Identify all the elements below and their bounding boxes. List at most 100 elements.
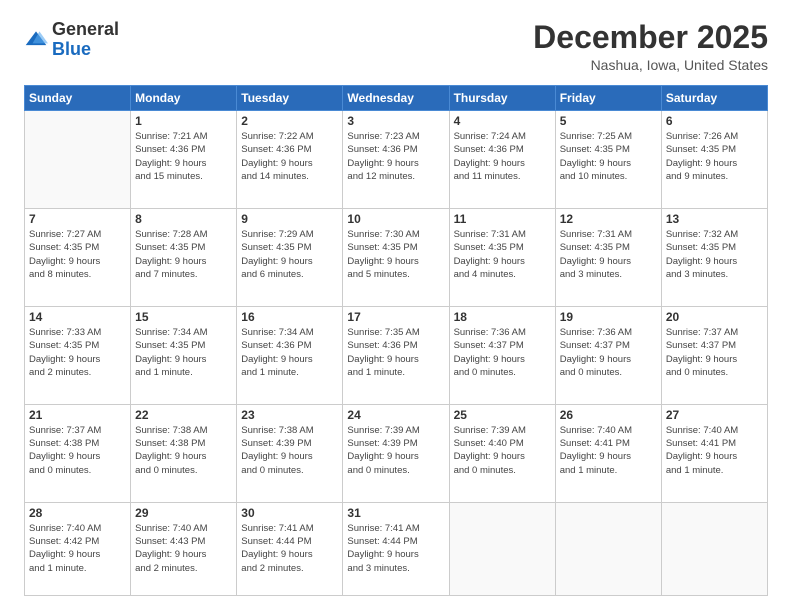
day-number: 22 [135, 408, 232, 422]
day-info: Sunrise: 7:30 AM Sunset: 4:35 PM Dayligh… [347, 228, 444, 281]
header: General Blue December 2025 Nashua, Iowa,… [24, 20, 768, 73]
calendar-day-header: Thursday [449, 86, 555, 111]
day-number: 24 [347, 408, 444, 422]
calendar-cell: 19 Sunrise: 7:36 AM Sunset: 4:37 PM Dayli… [555, 306, 661, 404]
calendar-cell [25, 111, 131, 209]
calendar-cell: 23Sunrise: 7:38 AM Sunset: 4:39 PM Dayli… [237, 404, 343, 502]
day-info: Sunrise: 7:22 AM Sunset: 4:36 PM Dayligh… [241, 130, 338, 183]
calendar-cell: 28Sunrise: 7:40 AM Sunset: 4:42 PM Dayli… [25, 502, 131, 595]
day-info: Sunrise: 7:21 AM Sunset: 4:36 PM Dayligh… [135, 130, 232, 183]
day-number: 10 [347, 212, 444, 226]
logo-blue: Blue [52, 39, 91, 59]
calendar-cell: 22 Sunrise: 7:38 AM Sunset: 4:38 PM Dayli… [131, 404, 237, 502]
calendar-cell: 16 Sunrise: 7:34 AM Sunset: 4:36 PM Dayli… [237, 306, 343, 404]
calendar-cell: 11Sunrise: 7:31 AM Sunset: 4:35 PM Dayli… [449, 209, 555, 307]
day-info: Sunrise: 7:40 AM Sunset: 4:41 PM Dayligh… [560, 424, 657, 477]
calendar-cell: 31Sunrise: 7:41 AM Sunset: 4:44 PM Dayli… [343, 502, 449, 595]
day-info: Sunrise: 7:25 AM Sunset: 4:35 PM Dayligh… [560, 130, 657, 183]
day-number: 25 [454, 408, 551, 422]
calendar-week-row: 14 Sunrise: 7:33 AM Sunset: 4:35 PM Dayli… [25, 306, 768, 404]
calendar-day-header: Wednesday [343, 86, 449, 111]
day-number: 27 [666, 408, 763, 422]
calendar-week-row: 1 Sunrise: 7:21 AM Sunset: 4:36 PM Daylig… [25, 111, 768, 209]
calendar-cell: 10 Sunrise: 7:30 AM Sunset: 4:35 PM Dayli… [343, 209, 449, 307]
calendar-cell: 26Sunrise: 7:40 AM Sunset: 4:41 PM Dayli… [555, 404, 661, 502]
calendar-cell: 13Sunrise: 7:32 AM Sunset: 4:35 PM Dayli… [661, 209, 767, 307]
day-number: 29 [135, 506, 232, 520]
calendar-day-header: Tuesday [237, 86, 343, 111]
day-info: Sunrise: 7:38 AM Sunset: 4:38 PM Dayligh… [135, 424, 232, 477]
day-info: Sunrise: 7:27 AM Sunset: 4:35 PM Dayligh… [29, 228, 126, 281]
day-number: 16 [241, 310, 338, 324]
day-number: 7 [29, 212, 126, 226]
day-info: Sunrise: 7:36 AM Sunset: 4:37 PM Dayligh… [454, 326, 551, 379]
day-number: 12 [560, 212, 657, 226]
day-number: 28 [29, 506, 126, 520]
calendar-cell: 18 Sunrise: 7:36 AM Sunset: 4:37 PM Dayli… [449, 306, 555, 404]
month-title: December 2025 [533, 20, 768, 55]
logo-general: General [52, 19, 119, 39]
day-info: Sunrise: 7:34 AM Sunset: 4:36 PM Dayligh… [241, 326, 338, 379]
calendar-week-row: 21 Sunrise: 7:37 AM Sunset: 4:38 PM Dayli… [25, 404, 768, 502]
calendar-day-header: Sunday [25, 86, 131, 111]
day-info: Sunrise: 7:31 AM Sunset: 4:35 PM Dayligh… [454, 228, 551, 281]
day-number: 15 [135, 310, 232, 324]
day-number: 19 [560, 310, 657, 324]
day-number: 6 [666, 114, 763, 128]
day-info: Sunrise: 7:23 AM Sunset: 4:36 PM Dayligh… [347, 130, 444, 183]
day-number: 8 [135, 212, 232, 226]
calendar-cell: 4Sunrise: 7:24 AM Sunset: 4:36 PM Daylig… [449, 111, 555, 209]
calendar-day-header: Saturday [661, 86, 767, 111]
day-info: Sunrise: 7:29 AM Sunset: 4:35 PM Dayligh… [241, 228, 338, 281]
day-info: Sunrise: 7:31 AM Sunset: 4:35 PM Dayligh… [560, 228, 657, 281]
day-info: Sunrise: 7:40 AM Sunset: 4:41 PM Dayligh… [666, 424, 763, 477]
calendar-cell: 7 Sunrise: 7:27 AM Sunset: 4:35 PM Daylig… [25, 209, 131, 307]
calendar-cell: 2 Sunrise: 7:22 AM Sunset: 4:36 PM Daylig… [237, 111, 343, 209]
day-number: 9 [241, 212, 338, 226]
calendar-header-row: SundayMondayTuesdayWednesdayThursdayFrid… [25, 86, 768, 111]
calendar-week-row: 28Sunrise: 7:40 AM Sunset: 4:42 PM Dayli… [25, 502, 768, 595]
calendar-cell: 1 Sunrise: 7:21 AM Sunset: 4:36 PM Daylig… [131, 111, 237, 209]
calendar-cell: 9 Sunrise: 7:29 AM Sunset: 4:35 PM Daylig… [237, 209, 343, 307]
day-number: 1 [135, 114, 232, 128]
calendar-cell: 8Sunrise: 7:28 AM Sunset: 4:35 PM Daylig… [131, 209, 237, 307]
day-info: Sunrise: 7:36 AM Sunset: 4:37 PM Dayligh… [560, 326, 657, 379]
calendar-cell: 3Sunrise: 7:23 AM Sunset: 4:36 PM Daylig… [343, 111, 449, 209]
day-info: Sunrise: 7:37 AM Sunset: 4:37 PM Dayligh… [666, 326, 763, 379]
day-number: 18 [454, 310, 551, 324]
calendar-cell: 6 Sunrise: 7:26 AM Sunset: 4:35 PM Daylig… [661, 111, 767, 209]
calendar-cell: 27 Sunrise: 7:40 AM Sunset: 4:41 PM Dayli… [661, 404, 767, 502]
calendar-cell: 25Sunrise: 7:39 AM Sunset: 4:40 PM Dayli… [449, 404, 555, 502]
day-number: 5 [560, 114, 657, 128]
page: General Blue December 2025 Nashua, Iowa,… [0, 0, 792, 612]
day-info: Sunrise: 7:33 AM Sunset: 4:35 PM Dayligh… [29, 326, 126, 379]
day-info: Sunrise: 7:35 AM Sunset: 4:36 PM Dayligh… [347, 326, 444, 379]
calendar-cell [449, 502, 555, 595]
calendar-table: SundayMondayTuesdayWednesdayThursdayFrid… [24, 85, 768, 596]
day-number: 20 [666, 310, 763, 324]
day-number: 23 [241, 408, 338, 422]
day-number: 2 [241, 114, 338, 128]
day-info: Sunrise: 7:39 AM Sunset: 4:39 PM Dayligh… [347, 424, 444, 477]
day-info: Sunrise: 7:34 AM Sunset: 4:35 PM Dayligh… [135, 326, 232, 379]
calendar-cell: 24 Sunrise: 7:39 AM Sunset: 4:39 PM Dayli… [343, 404, 449, 502]
day-number: 4 [454, 114, 551, 128]
calendar-cell: 15 Sunrise: 7:34 AM Sunset: 4:35 PM Dayli… [131, 306, 237, 404]
day-number: 14 [29, 310, 126, 324]
day-number: 30 [241, 506, 338, 520]
logo: General Blue [24, 20, 119, 60]
calendar-cell [555, 502, 661, 595]
day-info: Sunrise: 7:37 AM Sunset: 4:38 PM Dayligh… [29, 424, 126, 477]
location: Nashua, Iowa, United States [533, 57, 768, 73]
day-info: Sunrise: 7:26 AM Sunset: 4:35 PM Dayligh… [666, 130, 763, 183]
day-number: 17 [347, 310, 444, 324]
calendar-cell: 20 Sunrise: 7:37 AM Sunset: 4:37 PM Dayli… [661, 306, 767, 404]
calendar-cell: 17 Sunrise: 7:35 AM Sunset: 4:36 PM Dayli… [343, 306, 449, 404]
calendar-cell [661, 502, 767, 595]
calendar-cell: 14 Sunrise: 7:33 AM Sunset: 4:35 PM Dayli… [25, 306, 131, 404]
day-info: Sunrise: 7:41 AM Sunset: 4:44 PM Dayligh… [347, 522, 444, 575]
day-number: 21 [29, 408, 126, 422]
calendar-cell: 5 Sunrise: 7:25 AM Sunset: 4:35 PM Daylig… [555, 111, 661, 209]
day-info: Sunrise: 7:41 AM Sunset: 4:44 PM Dayligh… [241, 522, 338, 575]
calendar-cell: 29Sunrise: 7:40 AM Sunset: 4:43 PM Dayli… [131, 502, 237, 595]
